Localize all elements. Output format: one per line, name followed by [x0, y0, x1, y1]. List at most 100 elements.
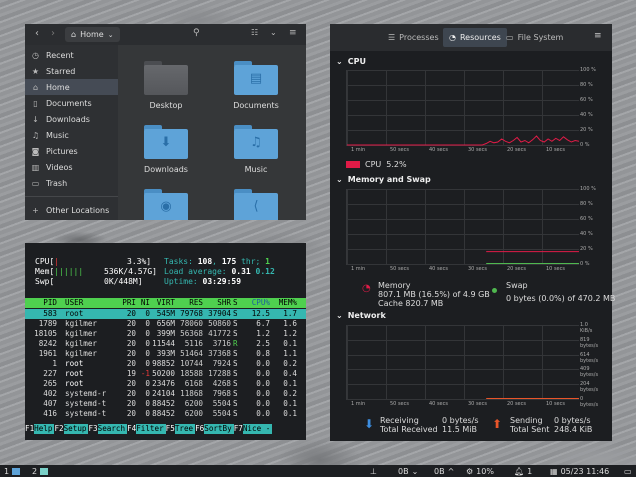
- column-header[interactable]: USER: [65, 298, 115, 308]
- process-cell: 10744: [180, 359, 203, 368]
- column-header[interactable]: MEM%: [275, 298, 297, 308]
- tab-processes[interactable]: ☰ Processes: [382, 28, 445, 47]
- fkey-label: Search: [97, 424, 128, 434]
- cpu-color-swatch[interactable]: [346, 161, 360, 168]
- forward-button[interactable]: ›: [51, 28, 55, 39]
- htop-header-row: PID USER PRI NI VIRT RES SHR S CPU% MEM%: [25, 298, 306, 308]
- process-row[interactable]: 227 root 19 -1 50200 18588 17288 S 0.0 0.4: [25, 369, 306, 379]
- list-view-icon[interactable]: ☷: [251, 28, 258, 37]
- htop-cpu-meter: CPU[| 3.3%]: [35, 257, 151, 267]
- fkey-f4[interactable]: F4 Filter: [127, 424, 166, 434]
- sidebar-item-downloads[interactable]: ↓ Downloads: [25, 111, 118, 127]
- x-tick-label: 40 secs: [429, 401, 448, 407]
- view-options-chevron-icon[interactable]: ⌄: [270, 28, 277, 37]
- folder-documents[interactable]: ▤ Documents: [216, 61, 296, 110]
- column-header[interactable]: S: [233, 298, 241, 308]
- column-header[interactable]: PRI: [117, 298, 136, 308]
- search-icon[interactable]: ⚲: [193, 28, 200, 38]
- process-cell: 393M: [156, 349, 175, 358]
- cpu-meter-bar: |: [54, 257, 60, 266]
- process-cell: 0.2: [283, 389, 297, 398]
- sidebar-item-music[interactable]: ♫ Music: [25, 127, 118, 143]
- sidebar-item-pictures[interactable]: ◙ Pictures: [25, 143, 118, 159]
- htop-terminal[interactable]: CPU[| 3.3%] Mem[|||||| 536K/4.57G] Swp[0K/…: [25, 243, 306, 440]
- process-row[interactable]: 1961 kgilmer 20 0 393M 51464 37368 S 0.8 1.1: [25, 349, 306, 359]
- process-row[interactable]: 18105 kgilmer 20 0 399M 56368 41772 S 1.2 1.2: [25, 329, 306, 339]
- process-row[interactable]: 1789 kgilmer 20 0 656M 78060 50860 S 6.7 1.6: [25, 319, 306, 329]
- network-tree-icon[interactable]: ⊥: [370, 465, 377, 477]
- process-row[interactable]: 402 systemd-r 20 0 24104 11868 7968 S 0.0 0.2: [25, 389, 306, 399]
- workspace-2[interactable]: 2: [32, 465, 49, 477]
- folder-downloads[interactable]: ⬇ Downloads: [126, 125, 206, 174]
- column-header[interactable]: CPU%: [246, 298, 270, 308]
- process-row[interactable]: 1 root 20 0 98852 10744 7924 S 0.0 0.2: [25, 359, 306, 369]
- fkey-f6[interactable]: F6 SortBy: [195, 424, 234, 434]
- folder-pictures[interactable]: ◉: [126, 189, 206, 220]
- fkey-f7[interactable]: F7 Nice -: [234, 424, 273, 434]
- sidebar-item-recent[interactable]: ◷ Recent: [25, 47, 118, 63]
- fkey-number: F4: [127, 424, 137, 433]
- cpu-section-header[interactable]: ⌄ CPU: [336, 57, 366, 66]
- clock[interactable]: ▦ 05/23 11:46: [550, 465, 609, 477]
- path-home-button[interactable]: ⌂ Home ⌄: [65, 27, 120, 42]
- cpu-indicator[interactable]: ⚙ 10%: [466, 465, 494, 477]
- menu-icon[interactable]: ≡: [594, 31, 602, 41]
- process-row[interactable]: 416 systemd-t 20 0 88452 6200 5504 S 0.0 0.1: [25, 409, 306, 419]
- net-up-indicator[interactable]: 0B ^: [434, 465, 454, 477]
- sidebar-item-label: Trash: [46, 178, 68, 188]
- folder-label: Documents: [233, 101, 279, 110]
- fkey-f1[interactable]: F1 Help: [25, 424, 55, 434]
- x-tick-label: 1 min: [351, 401, 366, 407]
- load-5min: 0.12: [255, 267, 275, 276]
- tab-label: Processes: [399, 33, 439, 42]
- x-tick-label: 10 secs: [546, 401, 565, 407]
- process-cell: 0: [145, 309, 150, 318]
- downloads-folder-icon: ⬇: [144, 125, 188, 159]
- process-cell: 1: [52, 359, 57, 368]
- sidebar-item-documents[interactable]: ▯ Documents: [25, 95, 118, 111]
- process-cell: 1.7: [283, 309, 297, 318]
- process-cell: 7968: [212, 389, 231, 398]
- network-section-header[interactable]: ⌄ Network: [336, 311, 386, 320]
- column-header[interactable]: RES: [177, 298, 203, 308]
- menu-icon[interactable]: ≡: [289, 28, 297, 38]
- sidebar-item-home[interactable]: ⌂ Home: [25, 79, 118, 95]
- sidebar-item-trash[interactable]: ▭ Trash: [25, 175, 118, 191]
- uptime-value: 03:29:59: [202, 277, 242, 286]
- swap-color-dot: [492, 288, 497, 293]
- process-row[interactable]: 407 systemd-t 20 0 88452 6200 5504 S 0.0 0.1: [25, 399, 306, 409]
- process-cell: 50200: [152, 369, 175, 378]
- sidebar-item-videos[interactable]: ▥ Videos: [25, 159, 118, 175]
- fkey-f3[interactable]: F3 Search: [88, 424, 128, 434]
- process-row[interactable]: 583 root 20 0 545M 79768 37904 S 12.5 1.7: [25, 309, 306, 319]
- column-header[interactable]: PID: [25, 298, 57, 308]
- sidebar-item-other-locations[interactable]: + Other Locations: [25, 202, 118, 218]
- folder-public[interactable]: ⟨: [216, 189, 296, 220]
- y-tick-label: 80 %: [580, 201, 593, 207]
- back-button[interactable]: ‹: [35, 28, 39, 39]
- process-row[interactable]: 8242 kgilmer 20 0 11544 5116 3716 R 2.5 0.1: [25, 339, 306, 349]
- column-header[interactable]: NI: [140, 298, 150, 308]
- fkey-number: F7: [233, 424, 243, 433]
- sidebar-item-starred[interactable]: ★ Starred: [25, 63, 118, 79]
- fkey-f5[interactable]: F5 Tree: [166, 424, 196, 434]
- memory-section-header[interactable]: ⌄ Memory and Swap: [336, 175, 431, 184]
- process-cell: 20: [126, 389, 136, 398]
- tab-file-system[interactable]: ▭ File System: [500, 28, 569, 47]
- folder-music[interactable]: ♫ Music: [216, 125, 296, 174]
- y-tick-label: 20 %: [580, 246, 593, 252]
- process-row[interactable]: 265 root 20 0 23476 6168 4268 S 0.0 0.1: [25, 379, 306, 389]
- power-icon[interactable]: ▭: [624, 465, 632, 477]
- chevron-down-icon: ⌄: [336, 311, 343, 320]
- workspace-1[interactable]: 1: [4, 465, 21, 477]
- column-header[interactable]: SHR: [205, 298, 231, 308]
- process-cell: S: [233, 359, 238, 368]
- folder-desktop[interactable]: Desktop: [126, 61, 206, 110]
- share-icon: ⟨: [253, 199, 259, 214]
- notification-indicator[interactable]: 🔔︎ 1: [514, 465, 532, 477]
- net-down-indicator[interactable]: 0B ⌄: [398, 465, 418, 477]
- tab-resources[interactable]: ◔ Resources: [443, 28, 507, 47]
- column-header[interactable]: VIRT: [151, 298, 175, 308]
- workspace-indicator: [40, 467, 49, 475]
- fkey-f2[interactable]: F2 Setup: [54, 424, 89, 434]
